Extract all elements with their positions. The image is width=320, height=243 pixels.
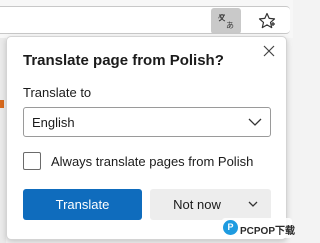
language-select-value: English [32,115,75,130]
close-button[interactable] [260,42,278,60]
watermark-logo: P PCPOP下载 [222,218,296,238]
page-accent-mark [0,100,4,108]
chevron-down-icon [248,118,262,126]
translate-icon: ᴬ あ [218,14,234,29]
browser-toolbar: ᴬ あ [0,0,293,38]
star-icon [258,12,276,29]
close-icon [263,45,275,57]
always-translate-label: Always translate pages from Polish [51,154,254,169]
translate-action-button[interactable]: Translate [23,189,142,220]
chevron-down-icon[interactable] [248,201,258,208]
popup-title: Translate page from Polish? [23,52,224,69]
always-translate-checkbox[interactable] [23,152,41,170]
not-now-label: Not now [173,197,221,212]
svg-text:あ: あ [226,21,234,29]
watermark-circle-icon: P [223,220,238,235]
watermark-text: PCPOP下载 [240,226,296,237]
translate-popup: Translate page from Polish? Translate to… [6,36,287,240]
translate-to-label: Translate to [23,85,92,100]
add-favorite-button[interactable] [253,8,281,34]
address-bar[interactable] [0,6,290,34]
not-now-button[interactable]: Not now [150,189,271,220]
language-select[interactable]: English [23,107,271,137]
translate-button[interactable]: ᴬ あ [211,8,241,34]
